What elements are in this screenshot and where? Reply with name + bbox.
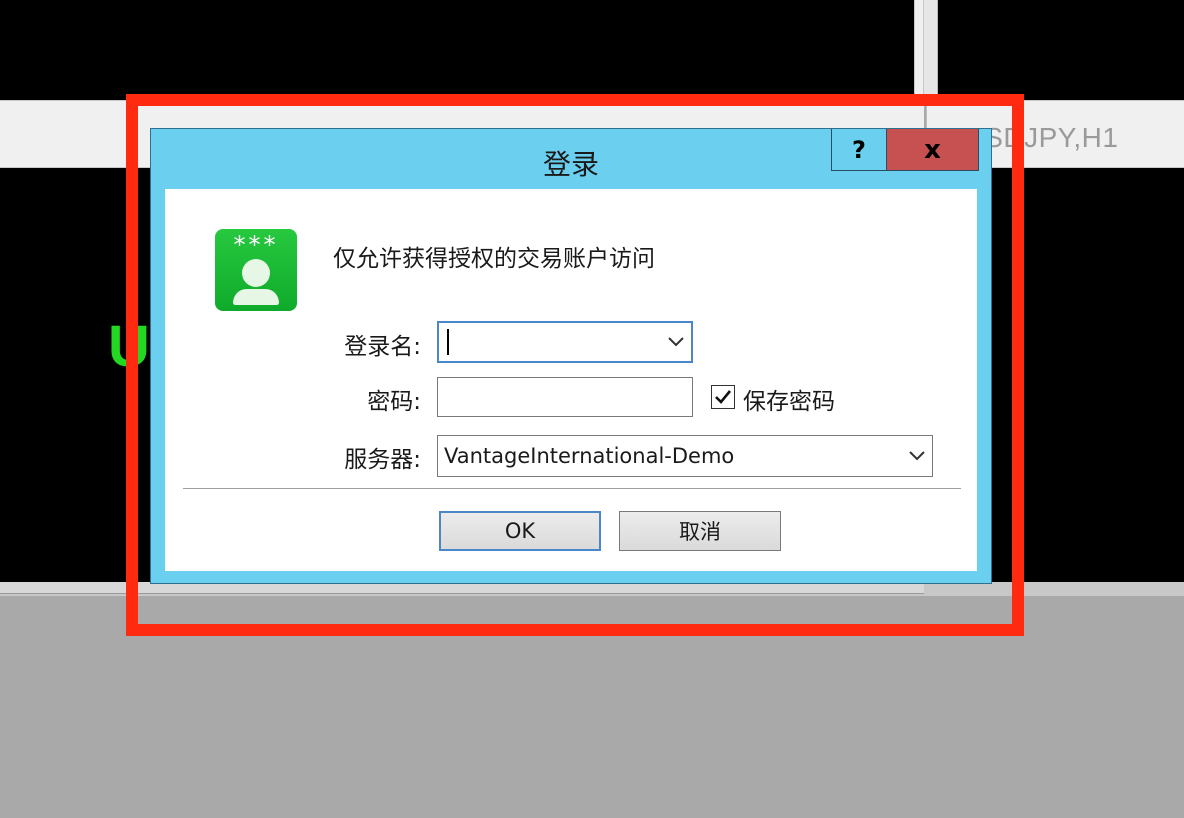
chart-window-top-left — [0, 0, 914, 100]
splitter[interactable] — [924, 0, 938, 100]
splitter[interactable] — [914, 0, 924, 100]
chart-window-top-right — [938, 0, 1184, 100]
highlight-frame — [126, 94, 1024, 636]
